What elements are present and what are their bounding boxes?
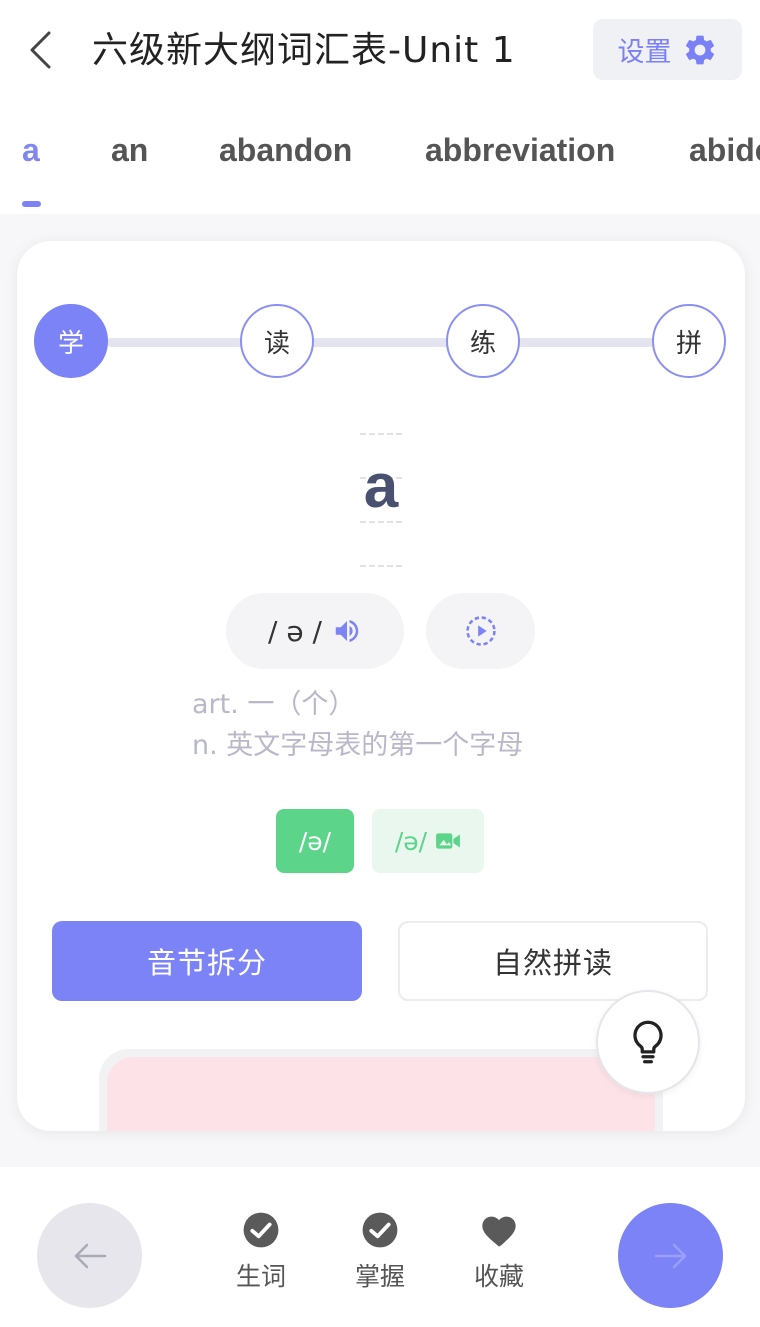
tab-abide[interactable]: abide	[689, 132, 760, 169]
phonetic-text: / ə /	[268, 614, 322, 648]
phonics-video-tag[interactable]: /ə/	[372, 809, 484, 873]
play-circle-icon	[465, 616, 496, 646]
back-button[interactable]	[22, 26, 58, 74]
settings-label: 设置	[617, 37, 672, 68]
new-word-button[interactable]: 生词	[211, 1211, 311, 1293]
favorite-label: 收藏	[473, 1262, 524, 1291]
tab-abandon[interactable]: abandon	[219, 132, 352, 169]
lightbulb-icon	[633, 1020, 663, 1064]
tab-abbreviation[interactable]: abbreviation	[425, 132, 615, 169]
arrow-left-icon	[74, 1243, 106, 1268]
mastered-button[interactable]: 掌握	[330, 1211, 430, 1293]
previous-word-button[interactable]	[37, 1203, 142, 1308]
step-progress-line	[107, 338, 667, 347]
guide-line-bottom	[360, 565, 402, 567]
gear-icon	[685, 35, 714, 64]
next-word-button[interactable]	[618, 1203, 723, 1308]
chevron-left-icon	[30, 31, 51, 69]
phonics-video-label: /ə/	[394, 826, 428, 856]
step-learn[interactable]: 学	[34, 304, 108, 378]
bottom-bar: 生词 掌握 收藏	[0, 1167, 760, 1327]
play-audio-button[interactable]	[426, 593, 535, 669]
pronounce-button[interactable]: / ə /	[226, 593, 404, 669]
heart-icon	[482, 1216, 516, 1247]
video-icon	[436, 833, 461, 849]
definition-line: n. 英文字母表的第一个字母	[192, 730, 524, 761]
page-title: 六级新大纲词汇表-Unit 1	[92, 30, 516, 71]
header: 六级新大纲词汇表-Unit 1 设置	[0, 0, 760, 104]
guide-line-top	[360, 433, 402, 435]
favorite-button[interactable]: 收藏	[449, 1211, 549, 1293]
definition-line: art. 一（个）	[192, 689, 356, 720]
syllable-split-button[interactable]: 音节拆分	[52, 921, 362, 1001]
phonics-tag[interactable]: /ə/	[276, 809, 354, 873]
speaker-icon	[335, 620, 359, 642]
step-read[interactable]: 读	[240, 304, 314, 378]
step-practice[interactable]: 练	[446, 304, 520, 378]
check-circle-icon	[362, 1212, 398, 1248]
tab-a[interactable]: a	[22, 132, 40, 169]
arrow-right-icon	[654, 1243, 686, 1268]
mastered-label: 掌握	[354, 1262, 405, 1291]
check-circle-icon	[243, 1212, 279, 1248]
word-display: a	[363, 452, 399, 521]
tab-an[interactable]: an	[111, 132, 148, 169]
new-word-label: 生词	[235, 1262, 286, 1291]
hint-button[interactable]	[596, 990, 700, 1094]
word-tabs: a an abandon abbreviation abide	[0, 104, 760, 214]
settings-button[interactable]: 设置	[593, 19, 742, 80]
lower-panel	[107, 1057, 655, 1131]
tab-indicator	[22, 201, 41, 207]
definitions: art. 一（个） n. 英文字母表的第一个字母	[192, 684, 523, 766]
natural-phonics-button[interactable]: 自然拼读	[398, 921, 708, 1001]
step-spell[interactable]: 拼	[652, 304, 726, 378]
